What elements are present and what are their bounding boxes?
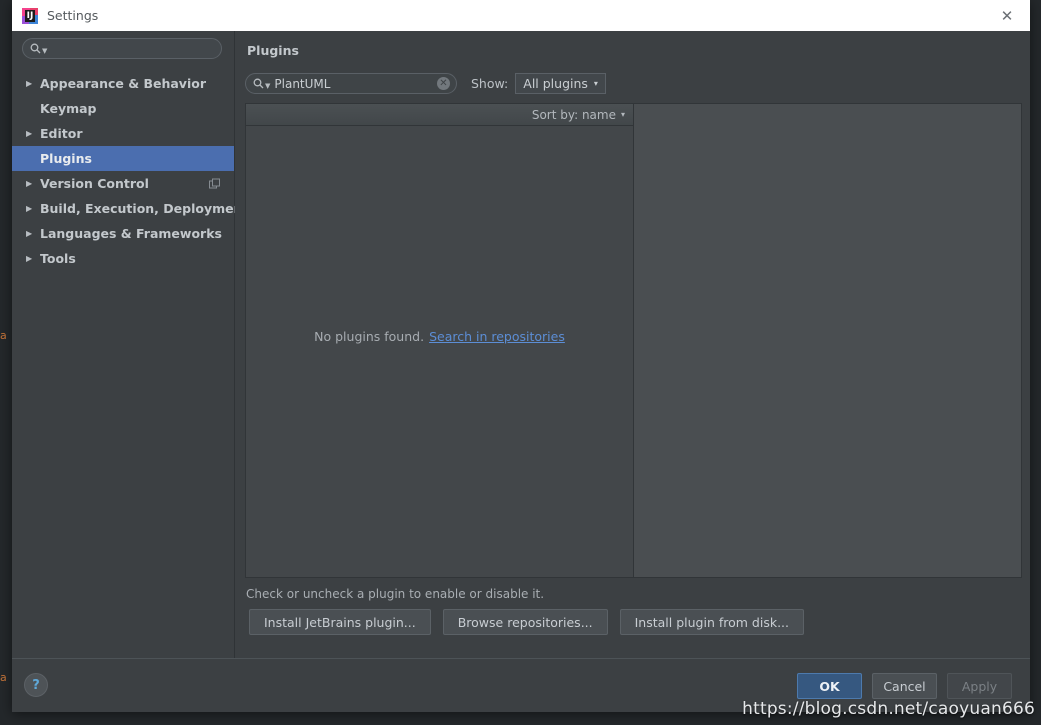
sidebar-item-version-control[interactable]: ▶ Version Control bbox=[12, 171, 234, 196]
edge-artifact-text-bottom: a bbox=[0, 671, 7, 684]
plugin-search-input[interactable] bbox=[270, 76, 437, 91]
settings-nav-tree: ▶ Appearance & Behavior ▶ Keymap ▶ Edito… bbox=[12, 71, 248, 271]
sidebar-item-label: Appearance & Behavior bbox=[40, 76, 206, 91]
search-icon: ▼ bbox=[253, 78, 270, 90]
watermark-text: https://blog.csdn.net/caoyuan666 bbox=[742, 699, 1035, 719]
show-filter-value: All plugins bbox=[523, 76, 588, 91]
sidebar-item-label: Languages & Frameworks bbox=[40, 226, 222, 241]
intellij-idea-icon: IJ bbox=[22, 7, 38, 24]
sidebar-item-tools[interactable]: ▶ Tools bbox=[12, 246, 234, 271]
ok-button[interactable]: OK bbox=[797, 673, 862, 699]
show-filter-dropdown[interactable]: All plugins ▾ bbox=[515, 73, 606, 94]
clear-search-icon[interactable]: ✕ bbox=[437, 77, 450, 90]
browse-repositories-button[interactable]: Browse repositories... bbox=[442, 609, 608, 635]
sidebar-item-keymap[interactable]: ▶ Keymap bbox=[12, 96, 234, 121]
copy-icon bbox=[209, 178, 220, 189]
empty-state-message: No plugins found. Search in repositories bbox=[314, 329, 565, 344]
chevron-down-icon: ▾ bbox=[620, 110, 625, 119]
chevron-right-icon: ▶ bbox=[26, 128, 33, 138]
sidebar-item-build-execution-deployment[interactable]: ▶ Build, Execution, Deployment bbox=[12, 196, 248, 221]
plugin-filter-row: ▼ ✕ Show: All plugins ▾ bbox=[245, 73, 606, 94]
sidebar-item-label: Version Control bbox=[40, 176, 149, 191]
sidebar-item-languages-frameworks[interactable]: ▶ Languages & Frameworks bbox=[12, 221, 234, 246]
plugins-panel: Plugins ▼ ✕ Show: All plugins bbox=[235, 31, 1030, 658]
settings-dialog: IJ Settings ✕ ▼ ▶ Appearance & Behavior … bbox=[12, 0, 1030, 712]
sidebar-item-appearance-behavior[interactable]: ▶ Appearance & Behavior bbox=[12, 71, 234, 96]
plugin-action-buttons: Install JetBrains plugin... Browse repos… bbox=[249, 609, 805, 635]
plugins-list-body[interactable]: No plugins found. Search in repositories bbox=[246, 126, 633, 577]
apply-button: Apply bbox=[947, 673, 1012, 699]
install-jetbrains-plugin-button[interactable]: Install JetBrains plugin... bbox=[249, 609, 431, 635]
close-icon[interactable]: ✕ bbox=[984, 0, 1030, 31]
dialog-button-group: OK Cancel Apply bbox=[797, 673, 1012, 699]
chevron-right-icon: ▶ bbox=[26, 253, 33, 263]
settings-search-field[interactable]: ▼ bbox=[22, 38, 222, 59]
edge-artifact-text-top: a bbox=[0, 329, 7, 342]
sidebar-item-label: Keymap bbox=[40, 101, 97, 116]
sort-by-dropdown[interactable]: Sort by: name ▾ bbox=[532, 108, 625, 122]
search-icon: ▼ bbox=[30, 43, 47, 55]
chevron-right-icon: ▶ bbox=[26, 78, 33, 88]
show-filter-label: Show: bbox=[471, 76, 509, 91]
chevron-right-icon: ▶ bbox=[26, 228, 33, 238]
plugins-hint-text: Check or uncheck a plugin to enable or d… bbox=[246, 587, 545, 601]
settings-sidebar: ▼ ▶ Appearance & Behavior ▶ Keymap ▶ Edi… bbox=[12, 31, 248, 658]
sidebar-item-editor[interactable]: ▶ Editor bbox=[12, 121, 234, 146]
dialog-body: ▼ ▶ Appearance & Behavior ▶ Keymap ▶ Edi… bbox=[12, 31, 1030, 658]
sidebar-item-plugins[interactable]: ▶ Plugins bbox=[12, 146, 234, 171]
empty-state-text: No plugins found. bbox=[314, 329, 425, 344]
sidebar-item-label: Editor bbox=[40, 126, 83, 141]
page-title: Plugins bbox=[247, 43, 299, 58]
sidebar-item-label: Plugins bbox=[40, 151, 92, 166]
chevron-placeholder-icon: ▶ bbox=[26, 155, 40, 163]
plugins-list-area: Sort by: name ▾ No plugins found. Search… bbox=[245, 103, 1022, 578]
cancel-button[interactable]: Cancel bbox=[872, 673, 937, 699]
window-title: Settings bbox=[47, 8, 99, 23]
search-in-repositories-link[interactable]: Search in repositories bbox=[429, 329, 565, 344]
help-icon[interactable]: ? bbox=[24, 673, 48, 697]
chevron-right-icon: ▶ bbox=[26, 203, 33, 213]
chevron-placeholder-icon: ▶ bbox=[26, 105, 40, 113]
sidebar-item-label: Build, Execution, Deployment bbox=[40, 201, 249, 216]
install-plugin-from-disk-button[interactable]: Install plugin from disk... bbox=[619, 609, 805, 635]
chevron-down-icon: ▾ bbox=[593, 79, 598, 88]
settings-search-input[interactable] bbox=[47, 41, 221, 56]
plugin-search-field[interactable]: ▼ ✕ bbox=[245, 73, 457, 94]
sort-by-label: Sort by: name bbox=[531, 107, 616, 122]
plugins-list: Sort by: name ▾ No plugins found. Search… bbox=[245, 103, 634, 578]
chevron-right-icon: ▶ bbox=[26, 178, 33, 188]
sidebar-item-label: Tools bbox=[40, 251, 76, 266]
title-bar: IJ Settings ✕ bbox=[12, 0, 1030, 31]
plugin-detail-panel bbox=[634, 103, 1022, 578]
plugins-list-header: Sort by: name ▾ bbox=[246, 104, 633, 126]
